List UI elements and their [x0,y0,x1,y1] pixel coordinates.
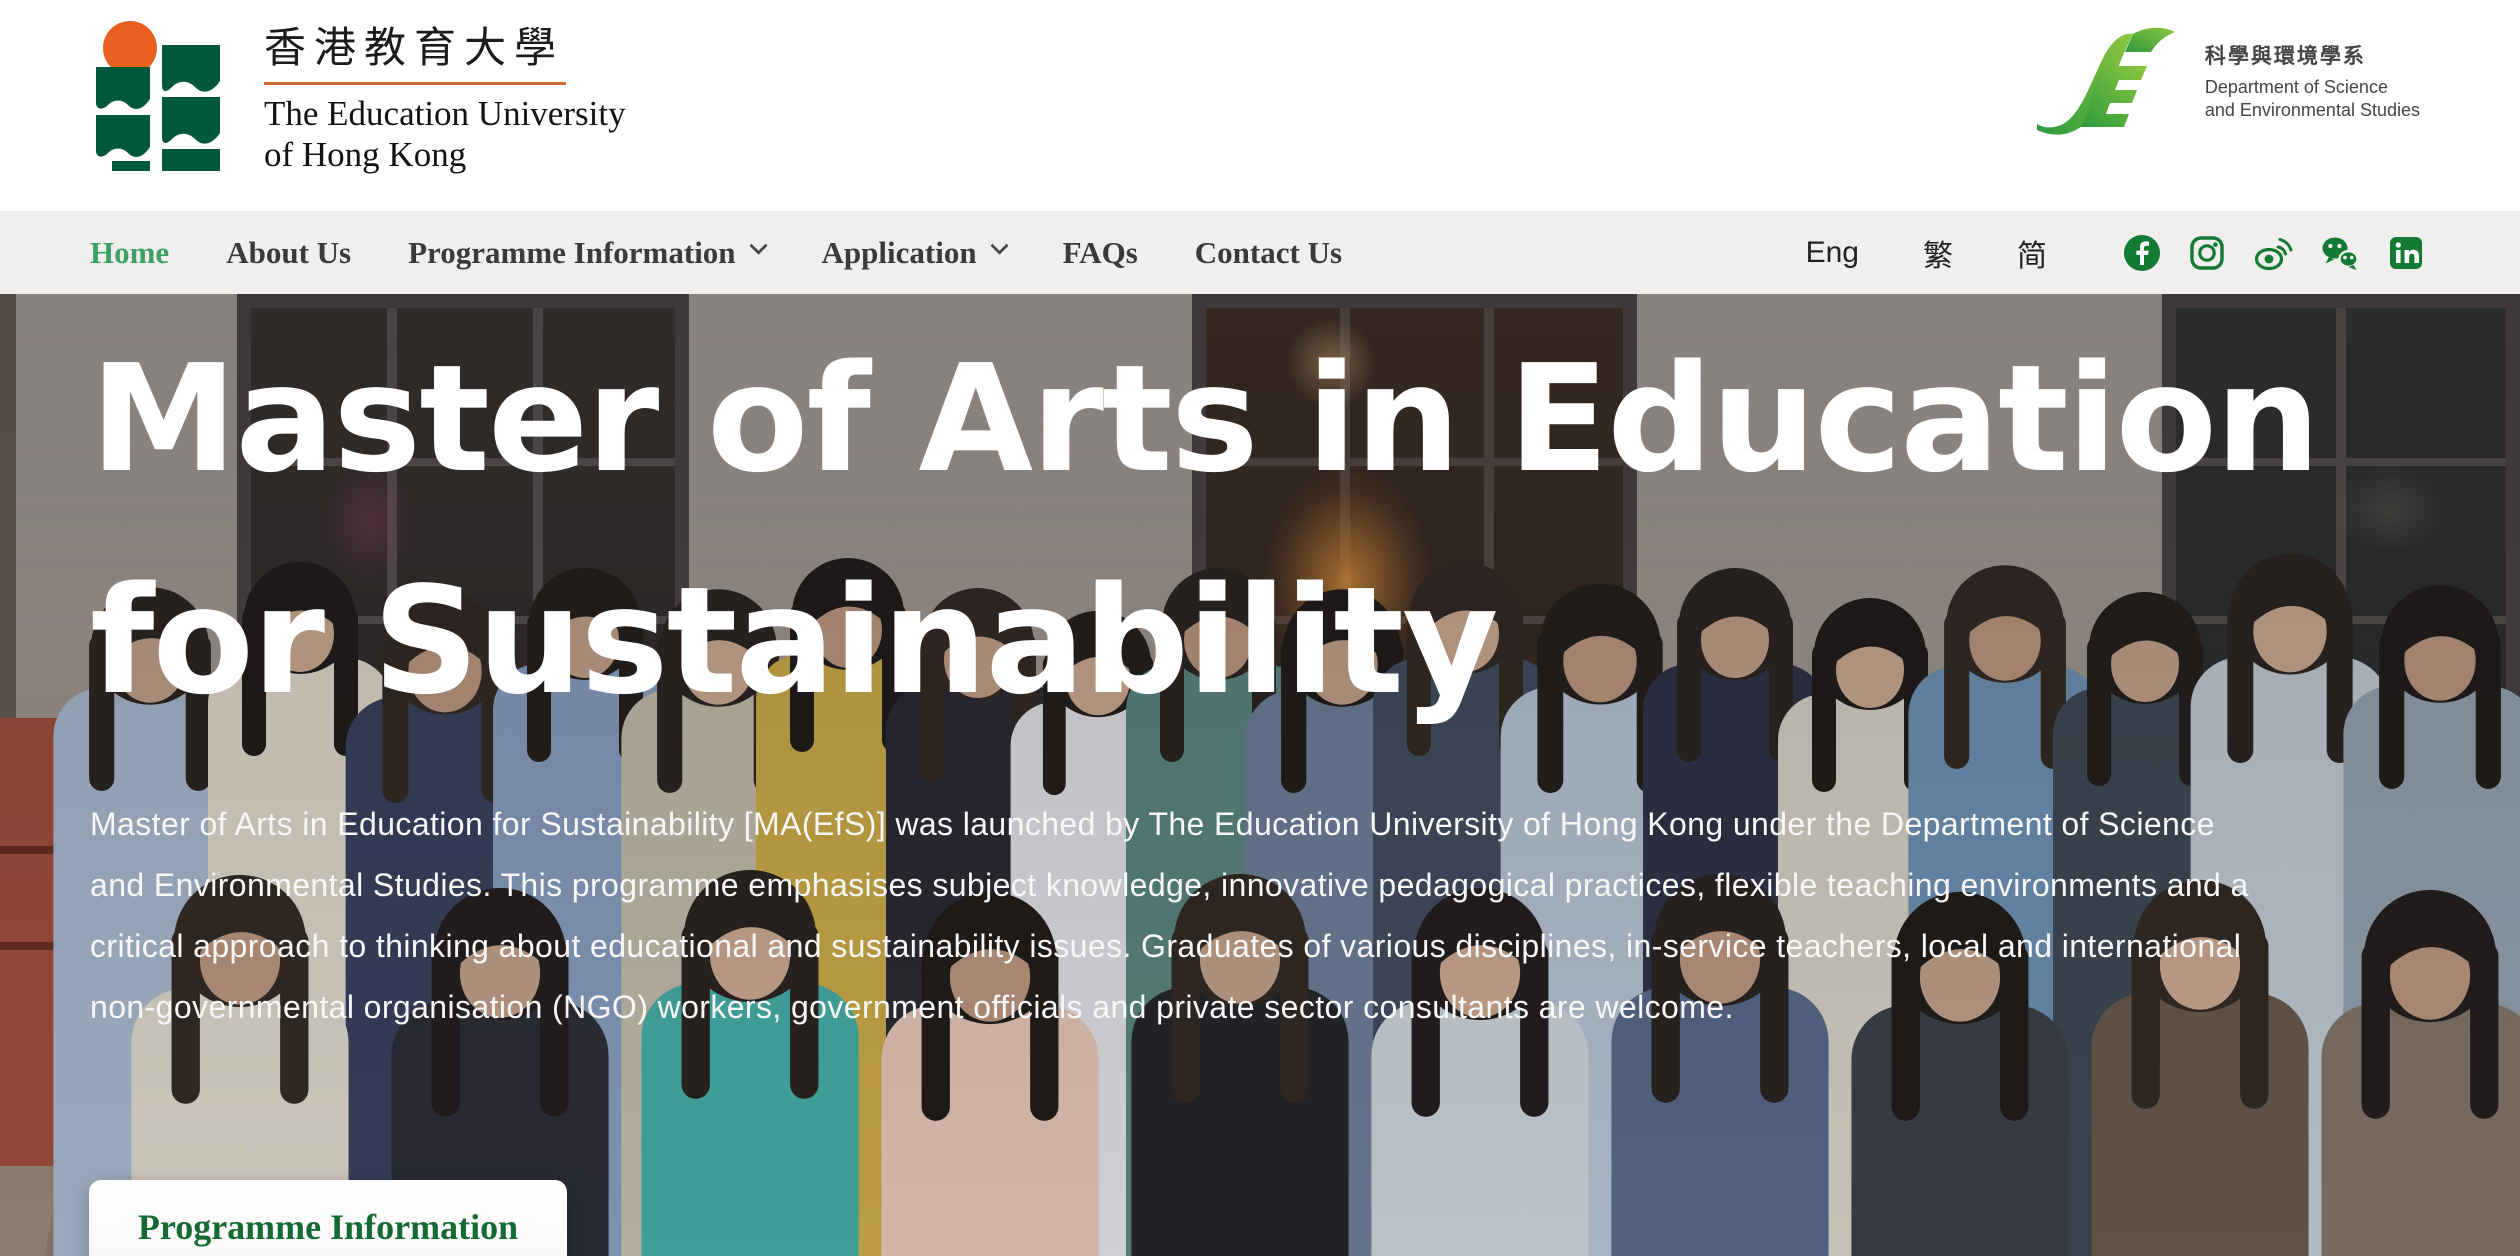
site-header: 香港教育大學 The Education University of Hong … [0,0,2520,211]
nav-item-about-us[interactable]: About Us [226,235,351,271]
university-logo-mark [90,19,240,171]
weibo-icon[interactable] [2253,234,2293,272]
lang-eng[interactable]: Eng [1806,236,1859,270]
department-name-en-line2: and Environmental Studies [2205,99,2420,122]
page-title: Master of Arts in Education for Sustaina… [90,308,2319,752]
chevron-down-icon [990,236,1008,254]
lang-traditional-chinese[interactable]: 繁 [1923,231,1953,275]
hero-content: Master of Arts in Education for Sustaina… [90,294,2430,1256]
nav-menu: Home About Us Programme Information Appl… [90,235,1342,271]
nav-item-application[interactable]: Application [822,235,1006,271]
language-switcher: Eng 繁 简 [1806,231,2047,275]
nav-item-faqs[interactable]: FAQs [1063,235,1138,271]
instagram-icon[interactable] [2188,234,2226,272]
department-logo[interactable]: 科學與環境學系 Department of Science and Enviro… [2029,22,2420,140]
university-logo[interactable]: 香港教育大學 The Education University of Hong … [90,14,626,175]
department-logo-text: 科學與環境學系 Department of Science and Enviro… [2205,40,2420,123]
department-name-zh: 科學與環境學系 [2205,40,2420,70]
nav-utilities: Eng 繁 简 [1806,231,2425,275]
department-name-en-line1: Department of Science [2205,76,2420,99]
nav-item-contact-us[interactable]: Contact Us [1195,235,1342,271]
page-title-line1: Master of Arts in Education [90,308,2319,530]
social-links [2123,234,2425,272]
department-logo-mark [2029,22,2187,140]
wechat-icon[interactable] [2320,234,2360,272]
chevron-down-icon [749,236,767,254]
hero-description: Master of Arts in Education for Sustaina… [90,794,2270,1038]
nav-item-home[interactable]: Home [90,235,169,271]
university-logo-text: 香港教育大學 The Education University of Hong … [264,14,626,175]
main-nav: Home About Us Programme Information Appl… [0,211,2520,294]
facebook-icon[interactable] [2123,234,2161,272]
nav-item-programme-information[interactable]: Programme Information [408,235,764,271]
university-name-en-line1: The Education University [264,94,626,135]
university-name-en-line2: of Hong Kong [264,135,626,176]
lang-simplified-chinese[interactable]: 简 [2017,231,2047,275]
hero-section: Master of Arts in Education for Sustaina… [0,294,2520,1256]
university-name-zh: 香港教育大學 [264,14,626,75]
page-title-line2: for Sustainability [90,530,2319,752]
linkedin-icon[interactable] [2387,234,2425,272]
programme-information-button[interactable]: Programme Information [89,1180,567,1256]
logo-divider [264,82,566,85]
